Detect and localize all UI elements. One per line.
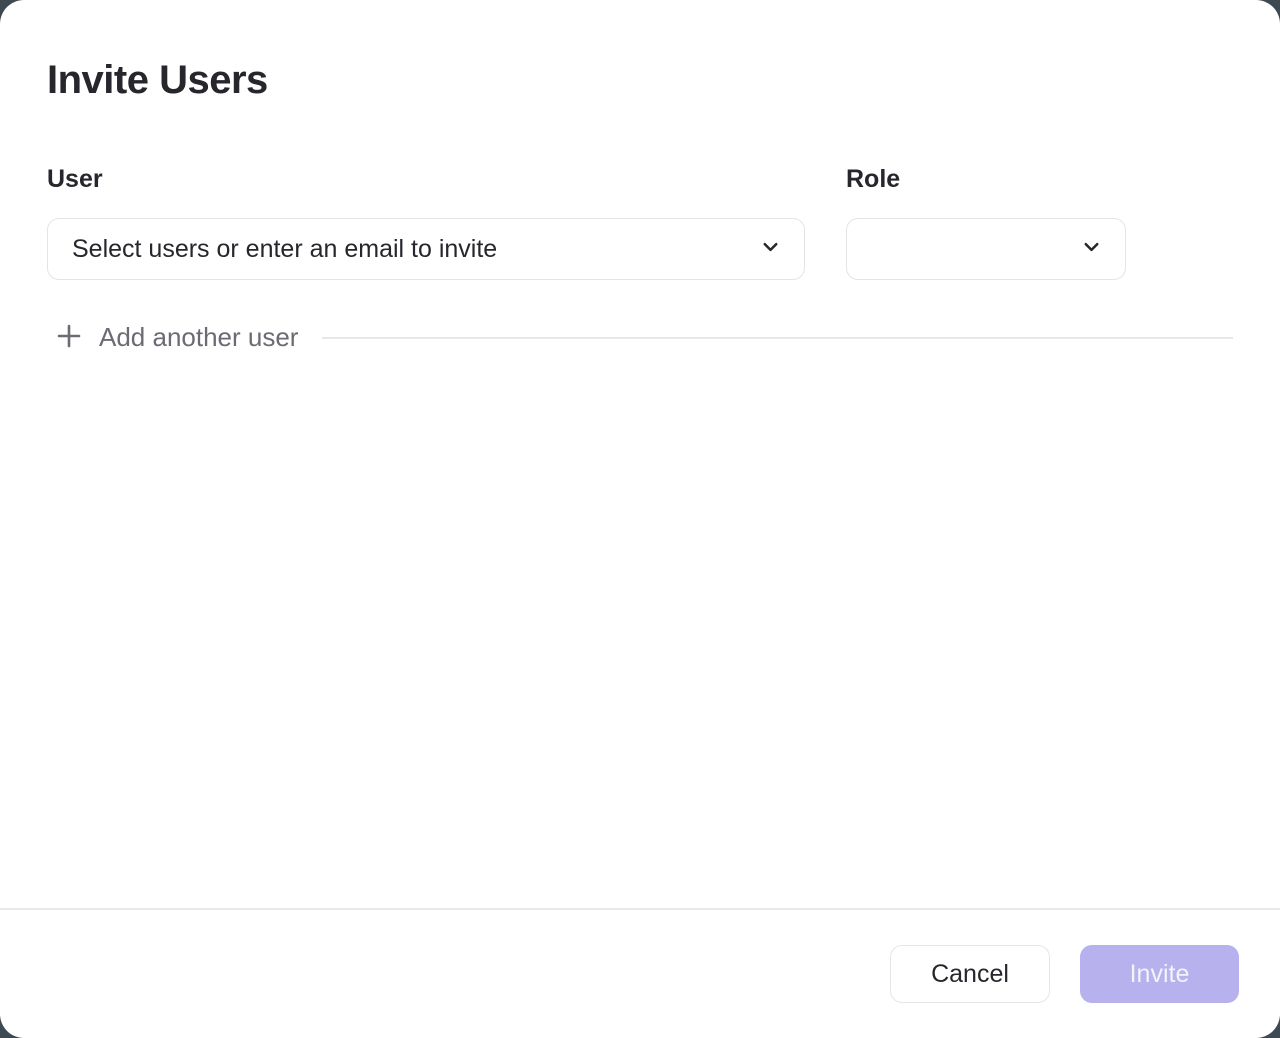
- role-field-group: Role: [846, 165, 1126, 280]
- page-title: Invite Users: [47, 58, 1233, 103]
- add-another-user-button[interactable]: Add another user: [47, 322, 298, 353]
- add-user-row: Add another user: [47, 322, 1233, 353]
- dialog-footer: Cancel Invite: [0, 908, 1280, 1038]
- cancel-button[interactable]: Cancel: [890, 945, 1050, 1003]
- chevron-down-icon: [759, 235, 782, 263]
- user-select-placeholder: Select users or enter an email to invite: [72, 235, 497, 264]
- divider: [322, 337, 1233, 339]
- role-select[interactable]: [846, 218, 1126, 280]
- invite-button[interactable]: Invite: [1080, 945, 1239, 1003]
- chevron-down-icon: [1080, 235, 1103, 263]
- invite-form-row: User Select users or enter an email to i…: [47, 165, 1233, 280]
- role-field-label: Role: [846, 165, 1126, 194]
- user-field-label: User: [47, 165, 805, 194]
- user-select[interactable]: Select users or enter an email to invite: [47, 218, 805, 280]
- plus-icon: [55, 322, 83, 353]
- invite-users-dialog: Invite Users User Select users or enter …: [0, 0, 1280, 1038]
- dialog-body: Invite Users User Select users or enter …: [0, 0, 1280, 908]
- user-field-group: User Select users or enter an email to i…: [47, 165, 805, 280]
- add-another-user-label: Add another user: [99, 322, 298, 353]
